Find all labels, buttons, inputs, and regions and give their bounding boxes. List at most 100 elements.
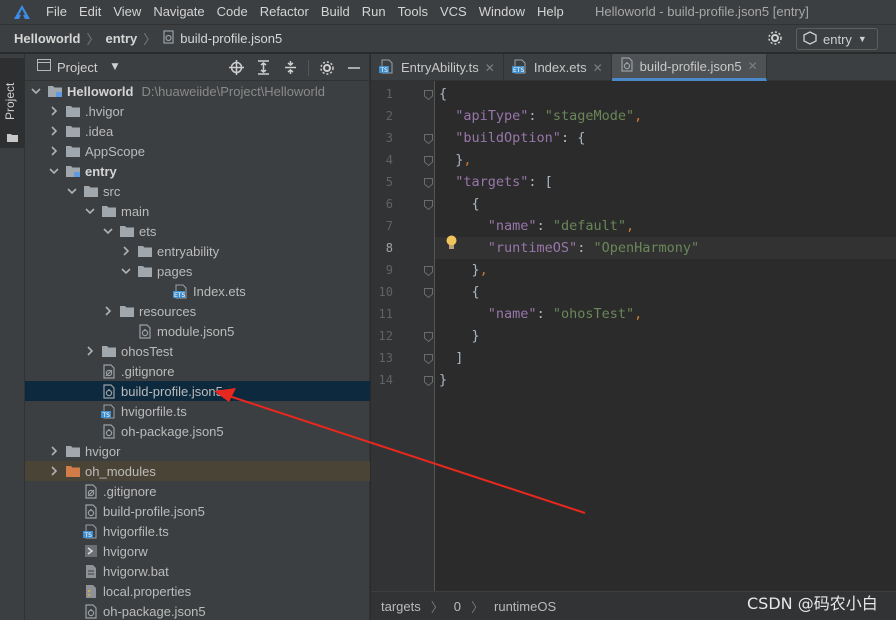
tree-row[interactable]: .idea <box>25 121 370 141</box>
tree-row[interactable]: ets <box>25 221 370 241</box>
code-line[interactable]: ] <box>435 347 896 369</box>
line-number[interactable]: 7 <box>371 219 393 233</box>
code-editor[interactable]: { "apiType": "stageMode", "buildOption":… <box>435 81 896 591</box>
tree-row[interactable]: hvigorw <box>25 541 370 561</box>
menu-vcs[interactable]: VCS <box>434 0 473 24</box>
line-number[interactable]: 9 <box>371 263 393 277</box>
tree-row[interactable]: Helloworld D:\huaweiide\Project\Helloworl… <box>25 81 370 101</box>
caret-down-icon[interactable]: ▼ <box>111 62 118 72</box>
line-number[interactable]: 12 <box>371 329 393 343</box>
chevron-right-icon[interactable] <box>101 301 115 321</box>
tree-row[interactable]: .gitignore <box>25 481 370 501</box>
line-number[interactable]: 6 <box>371 197 393 211</box>
gear-icon[interactable] <box>768 31 782 49</box>
tree-row[interactable]: ETS Index.ets <box>25 281 370 301</box>
editor-tab[interactable]: ETS Index.ets ✕ <box>504 54 612 81</box>
chevron-right-icon[interactable] <box>47 441 61 461</box>
chevron-right-icon[interactable] <box>47 461 61 481</box>
tree-row[interactable]: oh-package.json5 <box>25 601 370 620</box>
chevron-right-icon[interactable] <box>119 241 133 261</box>
tree-row[interactable]: TS hvigorfile.ts <box>25 521 370 541</box>
line-number[interactable]: 3 <box>371 131 393 145</box>
line-number[interactable]: 10 <box>371 285 393 299</box>
chevron-down-icon[interactable] <box>29 81 43 101</box>
menu-tools[interactable]: Tools <box>392 0 434 24</box>
tree-row[interactable]: entry <box>25 161 370 181</box>
tree-row[interactable]: hvigor <box>25 441 370 461</box>
close-icon[interactable]: ✕ <box>593 61 603 75</box>
chevron-right-icon[interactable] <box>47 141 61 161</box>
chevron-down-icon[interactable] <box>101 221 115 241</box>
tree-row[interactable]: src <box>25 181 370 201</box>
line-number[interactable]: 8 <box>371 241 393 255</box>
line-number[interactable]: 14 <box>371 373 393 387</box>
fold-marker-icon[interactable] <box>424 133 433 145</box>
chevron-right-icon[interactable] <box>47 101 61 121</box>
menu-code[interactable]: Code <box>211 0 254 24</box>
chevron-down-icon[interactable] <box>83 201 97 221</box>
menu-refactor[interactable]: Refactor <box>254 0 315 24</box>
code-line[interactable]: "name": "default", <box>435 215 896 237</box>
code-line[interactable]: "buildOption": { <box>435 127 896 149</box>
tree-row[interactable]: .hvigor <box>25 101 370 121</box>
tree-row[interactable]: ohosTest <box>25 341 370 361</box>
fold-marker-icon[interactable] <box>424 177 433 189</box>
tree-row[interactable]: build-profile.json5 <box>25 501 370 521</box>
editor-tab[interactable]: build-profile.json5 ✕ <box>611 54 767 81</box>
fold-marker-icon[interactable] <box>424 89 433 101</box>
fold-marker-icon[interactable] <box>424 155 433 167</box>
project-view-select[interactable]: Project <box>57 60 97 75</box>
bc-runtime[interactable]: runtimeOS <box>494 599 556 614</box>
collapse-all-icon[interactable] <box>281 58 300 77</box>
project-tool-button[interactable]: Project <box>0 58 25 148</box>
expand-all-icon[interactable] <box>254 58 273 77</box>
tree-row[interactable]: module.json5 <box>25 321 370 341</box>
bc-targets[interactable]: targets <box>381 599 421 614</box>
line-number[interactable]: 11 <box>371 307 393 321</box>
crumb-module[interactable]: entry <box>105 31 137 46</box>
tree-row[interactable]: oh-package.json5 <box>25 421 370 441</box>
tree-row[interactable]: hvigorw.bat <box>25 561 370 581</box>
tree-row[interactable]: main <box>25 201 370 221</box>
line-number[interactable]: 1 <box>371 87 393 101</box>
tree-row[interactable]: resources <box>25 301 370 321</box>
fold-marker-icon[interactable] <box>424 287 433 299</box>
code-line[interactable]: "runtimeOS": "OpenHarmony" <box>435 237 896 259</box>
code-line[interactable]: { <box>435 83 896 105</box>
bc-index[interactable]: 0 <box>454 599 461 614</box>
close-icon[interactable]: ✕ <box>748 59 758 73</box>
code-line[interactable]: "targets": [ <box>435 171 896 193</box>
fold-marker-icon[interactable] <box>424 331 433 343</box>
menu-run[interactable]: Run <box>356 0 392 24</box>
locate-icon[interactable] <box>227 58 246 77</box>
code-line[interactable]: "name": "ohosTest", <box>435 303 896 325</box>
code-line[interactable]: }, <box>435 259 896 281</box>
close-icon[interactable]: ✕ <box>485 61 495 75</box>
code-line[interactable]: } <box>435 325 896 347</box>
code-line[interactable]: } <box>435 369 896 391</box>
editor-tab[interactable]: TS EntryAbility.ts ✕ <box>371 54 504 81</box>
line-number[interactable]: 4 <box>371 153 393 167</box>
line-number[interactable]: 2 <box>371 109 393 123</box>
menu-navigate[interactable]: Navigate <box>147 0 210 24</box>
menu-edit[interactable]: Edit <box>73 0 107 24</box>
tree-row[interactable]: build-profile.json5 <box>25 381 370 401</box>
menu-file[interactable]: File <box>40 0 73 24</box>
menu-help[interactable]: Help <box>531 0 570 24</box>
chevron-right-icon[interactable] <box>83 341 97 361</box>
chevron-down-icon[interactable] <box>47 161 61 181</box>
tree-row[interactable]: local.properties <box>25 581 370 601</box>
crumb-file[interactable]: build-profile.json5 <box>162 30 282 47</box>
tree-row[interactable]: .gitignore <box>25 361 370 381</box>
crumb-project[interactable]: Helloworld <box>14 31 80 46</box>
fold-marker-icon[interactable] <box>424 199 433 211</box>
line-number[interactable]: 5 <box>371 175 393 189</box>
fold-marker-icon[interactable] <box>424 353 433 365</box>
tree-row[interactable]: AppScope <box>25 141 370 161</box>
fold-marker-icon[interactable] <box>424 265 433 277</box>
code-line[interactable]: }, <box>435 149 896 171</box>
code-line[interactable]: { <box>435 193 896 215</box>
run-config-select[interactable]: entry ▼ <box>796 28 878 50</box>
tree-row[interactable]: oh_modules <box>25 461 370 481</box>
tree-row[interactable]: entryability <box>25 241 370 261</box>
